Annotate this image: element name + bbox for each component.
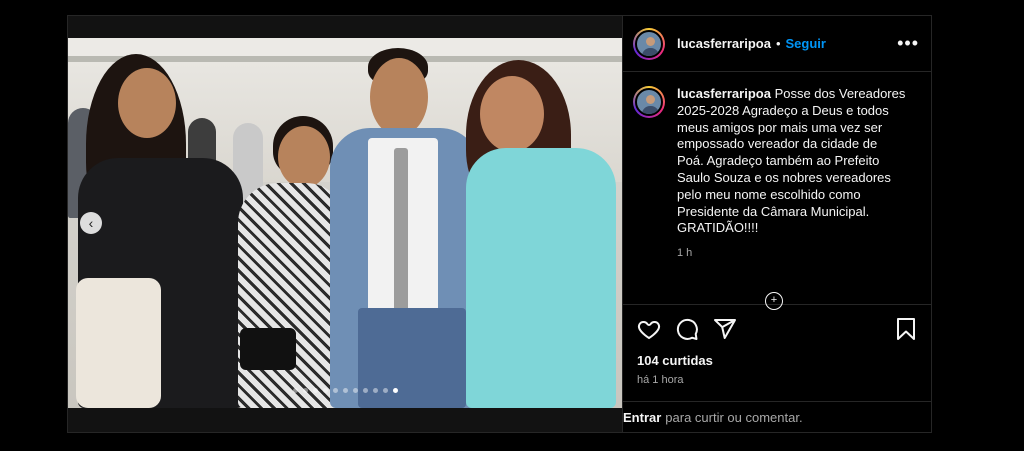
caption-section: lucasferraripoa Posse dos Vereadores 202…	[623, 72, 931, 310]
avatar[interactable]	[633, 86, 665, 118]
carousel-prev-button[interactable]: ‹	[80, 212, 102, 234]
handbag	[240, 328, 296, 370]
more-options-icon[interactable]: •••	[897, 33, 919, 54]
caption-time: 1 h	[677, 247, 693, 260]
carousel-dot	[372, 388, 378, 393]
comment-icon[interactable]	[675, 317, 699, 341]
carousel-dot	[312, 388, 318, 393]
heart-icon[interactable]	[637, 317, 661, 341]
carousel-dot	[332, 388, 338, 393]
username-link[interactable]: lucasferraripoa	[677, 36, 771, 51]
person-dress	[466, 148, 616, 408]
login-link[interactable]: Entrar	[623, 410, 661, 425]
follow-button[interactable]: Seguir	[786, 36, 826, 51]
share-icon[interactable]	[713, 317, 737, 341]
post-timestamp: há 1 hora	[637, 374, 684, 386]
carousel-dot	[322, 388, 328, 393]
load-more-comments-icon[interactable]: +	[765, 292, 783, 310]
person-face	[118, 68, 176, 138]
action-icons	[637, 315, 917, 343]
post-dialog: ‹ lucasferraripoa • Seguir ••• lucasferr…	[67, 15, 932, 433]
actions-section: 104 curtidas há 1 hora	[623, 304, 931, 401]
person-face	[278, 126, 330, 188]
post-sidebar: lucasferraripoa • Seguir ••• lucasferrar…	[622, 16, 931, 432]
carousel-dot	[302, 388, 308, 393]
caption-username-link[interactable]: lucasferraripoa	[677, 86, 771, 101]
person-face	[480, 76, 544, 152]
post-media: ‹	[68, 16, 622, 432]
post-photo	[68, 38, 622, 408]
carousel-dot	[362, 388, 368, 393]
carousel-dot	[382, 388, 388, 393]
caption-body: lucasferraripoa Posse dos Vereadores 202…	[677, 86, 907, 304]
carousel-dot	[292, 388, 298, 393]
comment-bar: Entrar para curtir ou comentar.	[623, 401, 931, 432]
comment-prompt: para curtir ou comentar.	[665, 409, 803, 425]
carousel-dot	[342, 388, 348, 393]
likes-count[interactable]: 104 curtidas	[637, 353, 917, 368]
avatar-image	[635, 88, 663, 116]
carousel-indicator	[68, 388, 622, 393]
person-trousers	[358, 308, 466, 408]
person-tie	[394, 148, 408, 313]
caption-text: Posse dos Vereadores 2025-2028 Agradeço …	[677, 86, 906, 236]
bookmark-icon[interactable]	[895, 317, 917, 341]
avatar[interactable]	[633, 27, 665, 60]
post-header: lucasferraripoa • Seguir •••	[623, 16, 931, 72]
person-face	[370, 58, 428, 136]
carousel-dot	[352, 388, 358, 393]
carousel-dot	[392, 388, 398, 393]
separator-dot: •	[775, 36, 781, 51]
avatar-image	[635, 29, 663, 58]
